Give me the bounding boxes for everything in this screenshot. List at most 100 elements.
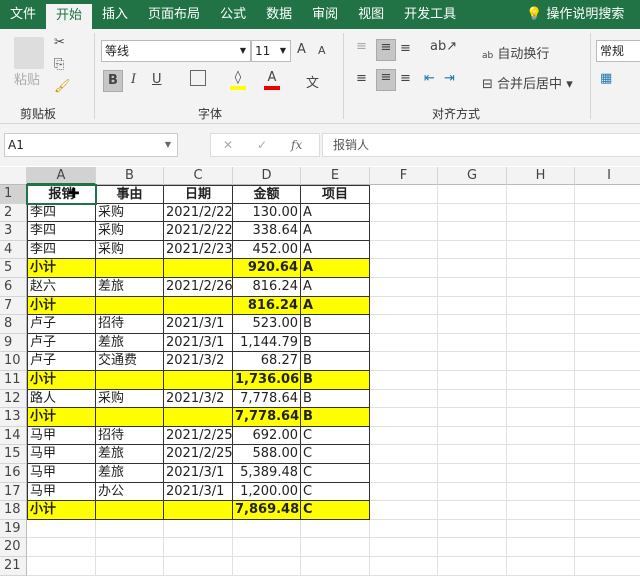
column-header-B[interactable]: B [96, 167, 164, 185]
select-all-corner[interactable] [0, 167, 27, 185]
cell-A3[interactable]: 李四 [27, 222, 96, 241]
cell-F13[interactable] [370, 408, 438, 427]
cell-C10[interactable]: 2021/3/2 [164, 352, 233, 371]
cell-B16[interactable]: 差旅 [96, 464, 164, 483]
grow-font-button[interactable]: A [297, 42, 306, 57]
tab-4[interactable]: 公式 [210, 0, 256, 29]
cell-E14[interactable]: C [301, 426, 370, 446]
cell-H3[interactable] [507, 222, 575, 241]
cell-B7[interactable] [96, 296, 164, 316]
cell-H7[interactable] [507, 296, 575, 316]
cell-F9[interactable] [370, 333, 438, 353]
cell-E3[interactable]: A [301, 222, 370, 241]
cell-D21[interactable] [233, 557, 301, 576]
cell-F18[interactable] [370, 501, 438, 520]
paste-button[interactable]: 粘贴 [14, 69, 40, 88]
cell-G2[interactable] [438, 203, 507, 223]
cell-E7[interactable]: A [301, 296, 370, 316]
cell-D14[interactable]: 692.00 [233, 426, 301, 446]
row-header-15[interactable]: 15 [0, 445, 27, 464]
font-color-button[interactable]: A [264, 70, 280, 90]
cell-D18[interactable]: 7,869.48 [233, 501, 301, 520]
cell-E10[interactable]: B [301, 352, 370, 371]
cell-C17[interactable]: 2021/3/1 [164, 482, 233, 502]
cell-C16[interactable]: 2021/3/1 [164, 464, 233, 483]
row-header-17[interactable]: 17 [0, 482, 27, 502]
cell-A9[interactable]: 卢子 [27, 333, 96, 353]
cell-A5[interactable]: 小计 [27, 259, 96, 278]
cell-D8[interactable]: 523.00 [233, 315, 301, 334]
cell-F21[interactable] [370, 557, 438, 576]
cell-D2[interactable]: 130.00 [233, 203, 301, 223]
cell-A2[interactable]: 李四 [27, 203, 96, 223]
cell-F6[interactable] [370, 278, 438, 297]
cell-F14[interactable] [370, 426, 438, 446]
cell-E17[interactable]: C [301, 482, 370, 502]
cell-A11[interactable]: 小计 [27, 371, 96, 390]
cell-B14[interactable]: 招待 [96, 426, 164, 446]
cell-G19[interactable] [438, 519, 507, 539]
cell-H19[interactable] [507, 519, 575, 539]
cell-H8[interactable] [507, 315, 575, 334]
row-header-5[interactable]: 5 [0, 259, 27, 278]
cell-G21[interactable] [438, 557, 507, 576]
cell-C12[interactable]: 2021/3/2 [164, 389, 233, 409]
cell-F4[interactable] [370, 240, 438, 260]
tab-1[interactable]: 开始 [46, 4, 93, 29]
cell-E21[interactable] [301, 557, 370, 576]
cell-H15[interactable] [507, 445, 575, 464]
row-header-1[interactable]: 1 [0, 185, 27, 204]
tab-8[interactable]: 开发工具 [394, 0, 466, 29]
cell-G6[interactable] [438, 278, 507, 297]
cell-B11[interactable] [96, 371, 164, 390]
format-painter-icon[interactable]: 🖌 [54, 79, 71, 94]
row-header-19[interactable]: 19 [0, 519, 27, 539]
cell-I4[interactable] [575, 241, 640, 260]
copy-icon[interactable]: ⎘ [54, 57, 64, 72]
cell-E16[interactable]: C [301, 464, 370, 483]
cell-F16[interactable] [370, 464, 438, 483]
cell-F7[interactable] [370, 296, 438, 316]
font-name-select[interactable]: 等线 ▼ [101, 40, 251, 62]
cell-E4[interactable]: A [301, 240, 370, 260]
cell-A6[interactable]: 赵六 [27, 278, 96, 297]
cell-A19[interactable] [27, 519, 96, 539]
tab-0[interactable]: 文件 [0, 0, 46, 29]
cell-I7[interactable] [575, 297, 640, 316]
cell-E20[interactable] [301, 538, 370, 557]
cell-A7[interactable]: 小计 [27, 296, 96, 316]
wrap-text-button[interactable]: ab 自动换行 [482, 43, 549, 62]
cell-E11[interactable]: B [301, 371, 370, 390]
cell-A20[interactable] [27, 538, 96, 557]
row-header-18[interactable]: 18 [0, 501, 27, 520]
cell-B4[interactable]: 采购 [96, 240, 164, 260]
cell-E18[interactable]: C [301, 501, 370, 520]
font-size-select[interactable]: 11 ▼ [251, 40, 291, 62]
cell-F12[interactable] [370, 389, 438, 409]
cell-D9[interactable]: 1,144.79 [233, 333, 301, 353]
cell-C5[interactable] [164, 259, 233, 278]
cell-D1[interactable]: 金额 [233, 185, 301, 204]
cell-D13[interactable]: 7,778.64 [233, 408, 301, 427]
cell-A18[interactable]: 小计 [27, 501, 96, 520]
cell-A14[interactable]: 马甲 [27, 426, 96, 446]
cell-E6[interactable]: A [301, 278, 370, 297]
cell-H18[interactable] [507, 501, 575, 520]
cell-A15[interactable]: 马甲 [27, 445, 96, 464]
cell-A21[interactable] [27, 557, 96, 576]
cell-H10[interactable] [507, 352, 575, 371]
cell-C15[interactable]: 2021/2/25 [164, 445, 233, 464]
align-right-button[interactable]: ≡ [400, 71, 411, 86]
cell-C20[interactable] [164, 538, 233, 557]
insert-function-icon[interactable]: fx [291, 134, 302, 156]
cell-G4[interactable] [438, 240, 507, 260]
cell-H4[interactable] [507, 240, 575, 260]
cell-B15[interactable]: 差旅 [96, 445, 164, 464]
row-header-16[interactable]: 16 [0, 464, 27, 483]
cancel-icon[interactable]: ✕ [223, 134, 233, 156]
paste-icon[interactable] [14, 37, 44, 69]
cell-D16[interactable]: 5,389.48 [233, 464, 301, 483]
cell-G13[interactable] [438, 408, 507, 427]
cell-D20[interactable] [233, 538, 301, 557]
cell-B12[interactable]: 采购 [96, 389, 164, 409]
